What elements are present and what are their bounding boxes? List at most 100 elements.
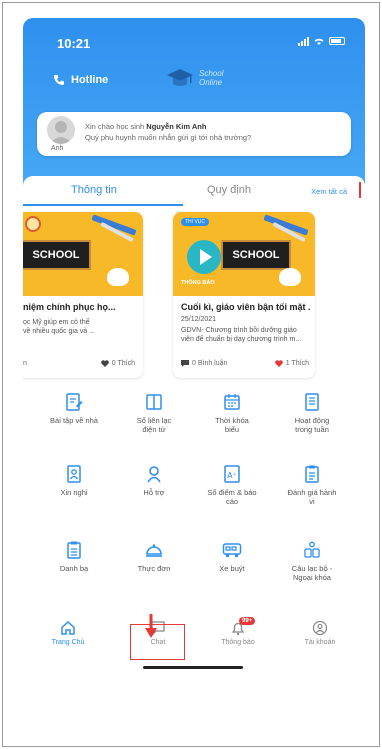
feature-weekly-activity[interactable]: Hoạt động trong tuần: [273, 392, 351, 434]
like-button[interactable]: 1 Thích: [274, 360, 309, 367]
feature-label: Thời khóa biểu: [193, 416, 271, 434]
notification-badge: 99+: [239, 617, 256, 625]
avatar-label: Anh: [51, 145, 64, 152]
news-desc-line-1: GDVN- Chương trình bồi dưỡng giáo: [181, 327, 297, 334]
graduation-cap-icon: [167, 69, 193, 86]
user-avatar-icon: [50, 121, 72, 144]
feature-label: Danh bạ: [59, 564, 89, 573]
svg-text:A⁺: A⁺: [227, 471, 237, 480]
student-name: Nguyễn Kim Anh: [146, 122, 207, 131]
news-title: Cuối kì, giáo viên bận tối mặt ...: [181, 302, 311, 312]
logo-text-line2: Online: [199, 78, 223, 87]
news-desc-line-2: về nhiều quốc gia và ...: [23, 328, 95, 335]
feature-directory[interactable]: Danh bạ: [35, 540, 113, 573]
tab-info[interactable]: Thông tin: [71, 184, 117, 196]
feature-bus[interactable]: Xe buýt: [193, 540, 271, 573]
leave-request-icon: [67, 465, 81, 483]
feature-label-line-2: Ngoại khóa: [293, 573, 331, 582]
news-desc-line-1: ọc Mỹ giúp em có thể: [23, 319, 90, 326]
feature-label-line-2: cáo: [225, 497, 239, 506]
feature-label: Hoạt động trong tuần: [273, 416, 351, 434]
see-all-link[interactable]: Xem tất cả: [311, 187, 347, 196]
news-card[interactable]: SCHOOL niệm chính phục họ... ọc Mỹ giúp …: [23, 212, 143, 378]
avatar[interactable]: [47, 116, 75, 144]
feature-label: Xin nghỉ: [60, 488, 88, 497]
feature-label: Xe buýt: [219, 564, 245, 573]
chat-highlight-box: [130, 624, 185, 660]
feature-food-menu[interactable]: Thực đơn: [115, 540, 193, 573]
timetable-icon: [224, 394, 240, 410]
phone-icon: [54, 75, 64, 85]
heart-icon: [100, 360, 109, 367]
news-tag: THI VỤC: [181, 218, 209, 226]
feature-label-line-2: vi: [309, 497, 315, 506]
support-icon: [147, 466, 161, 483]
feature-label: Đánh giá hành vi: [273, 488, 351, 506]
feature-club[interactable]: Câu lạc bộ - Ngoại khóa: [273, 540, 351, 582]
nav-home-label: Trang Chủ: [51, 639, 85, 646]
news-thumbnail: SCHOOL: [23, 212, 143, 296]
menu-food-icon: [146, 544, 162, 557]
tab-rules[interactable]: Quy định: [207, 184, 251, 196]
account-icon: [312, 620, 328, 636]
comment-button[interactable]: 0 Bình luận: [181, 360, 227, 367]
nav-notifications[interactable]: 99+ Thông báo: [203, 617, 273, 646]
news-date: 25/12/2021: [181, 316, 217, 323]
nav-account[interactable]: Tài khoản: [285, 620, 355, 646]
header-banner: 10:21 Hotline School Online Anh Xin chào…: [23, 18, 365, 186]
school-chalkboard: SCHOOL: [23, 240, 91, 270]
arrow-down-icon: [145, 614, 157, 638]
tabs-bar: Thông tin Quy định Xem tất cả: [23, 176, 365, 208]
feature-label-line-1: Sổ điểm & báo: [207, 488, 257, 497]
nav-account-label: Tài khoản: [304, 639, 336, 646]
red-marker: [359, 182, 361, 198]
greeting-card[interactable]: Anh Xin chào học sinh Nguyễn Kim Anh Quý…: [37, 112, 351, 156]
greeting-line-2: Quý phụ huynh muốn nhắn gửi gì tới nhà t…: [85, 133, 252, 142]
thumbnail-caption: THÔNG BÁO: [181, 280, 215, 286]
news-card[interactable]: THI VỤC SCHOOL THÔNG BÁO Cuối kì, giáo v…: [173, 212, 315, 378]
battery-icon: [329, 37, 345, 45]
feature-label: Câu lạc bộ - Ngoại khóa: [273, 564, 351, 582]
contact-book-icon: [146, 394, 162, 410]
feature-contact-book[interactable]: Sổ liên lạc điện tử: [115, 392, 193, 434]
logo-text-line1: School: [199, 69, 224, 78]
feature-label: Hỗ trợ: [143, 488, 165, 497]
news-comments[interactable]: n: [23, 360, 27, 367]
feature-label-line-2: trong tuần: [295, 425, 329, 434]
feature-label: Bài tập về nhà: [50, 416, 98, 425]
feature-label-line-2: biểu: [224, 425, 240, 434]
likes-label: 1 Thích: [285, 360, 309, 367]
comments-label: 0 Bình luận: [192, 360, 228, 367]
feature-label: Sổ liên lạc điện tử: [115, 416, 193, 434]
feature-label-line-1: Thời khóa: [215, 416, 249, 425]
feature-support[interactable]: Hỗ trợ: [115, 464, 193, 497]
feature-leave-request[interactable]: Xin nghỉ: [35, 464, 113, 497]
status-time: 10:21: [57, 36, 91, 51]
greeting-prefix: Xin chào học sinh: [85, 122, 147, 131]
bottom-navigation: Trang Chủ Chat 99+ Thông báo Tài khoản: [23, 612, 365, 662]
nav-home[interactable]: Trang Chủ: [33, 620, 103, 646]
feature-label-line-2: điện tử: [142, 425, 166, 434]
chick-icon: [279, 268, 301, 286]
feature-label-line-1: Sổ liên lạc: [136, 416, 172, 425]
logo-text: School Online: [199, 69, 223, 87]
like-button[interactable]: 0 Thích: [100, 360, 135, 367]
comments-label: n: [23, 360, 27, 367]
news-thumbnail: THI VỤC SCHOOL THÔNG BÁO: [173, 212, 315, 296]
feature-timetable[interactable]: Thời khóa biểu: [193, 392, 271, 434]
hotline-label: Hotline: [71, 74, 109, 86]
feature-gradebook[interactable]: A⁺ Sổ điểm & báo cáo: [193, 464, 271, 506]
directory-icon: [67, 541, 81, 559]
news-description: ọc Mỹ giúp em có thể về nhiều quốc gia v…: [23, 318, 143, 336]
club-icon: [304, 541, 320, 558]
heart-icon: [274, 360, 283, 367]
nav-notifications-label: Thông báo: [221, 639, 255, 646]
alarm-clock-icon: [25, 216, 41, 232]
feature-homework[interactable]: Bài tập về nhà: [35, 392, 113, 425]
school-chalkboard: SCHOOL: [221, 240, 291, 270]
weekly-activity-icon: [305, 393, 319, 411]
hotline-button[interactable]: Hotline: [53, 74, 108, 86]
news-desc-line-2: viên để chuẩn bị dạy chương trình m...: [181, 336, 302, 343]
home-indicator: [143, 666, 243, 669]
feature-behavior[interactable]: Đánh giá hành vi: [273, 464, 351, 506]
